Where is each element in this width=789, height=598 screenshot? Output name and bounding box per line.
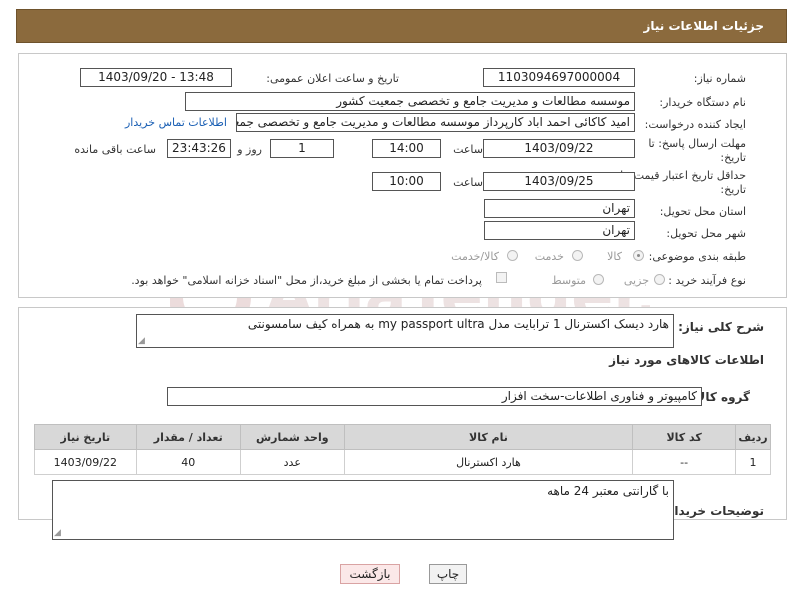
creator-label: ایجاد کننده درخواست: [644,118,746,131]
back-button[interactable]: بازگشت [340,564,400,584]
cell-unit: عدد [239,449,345,475]
goods-table: تاریخ نیاز تعداد / مقدار واحد شمارش نام … [34,424,771,475]
deadline-label: مهلت ارسال پاسخ: تا [648,137,746,150]
page-header: جزئیات اطلاعات نیاز [16,9,787,43]
city-field: تهران [484,221,635,240]
days-label: روز و [237,143,262,156]
deadline-time-field: 14:00 [372,139,441,158]
resize-grip-icon: ◢ [138,336,145,346]
need-number-label: شماره نیاز: [693,72,746,85]
process-minor-label: جزیی [623,274,649,287]
buyer-org-label: نام دستگاه خریدار: [659,96,746,109]
buyer-contact-link[interactable]: اطلاعات تماس خریدار [125,116,227,129]
remaining-time-label: ساعت باقی مانده [74,143,156,156]
category-goods-service-radio[interactable] [507,250,518,261]
announce-date-label: تاریخ و ساعت اعلان عمومی: [266,72,399,85]
province-field: تهران [484,199,635,218]
treasury-payment-checkbox[interactable] [496,272,507,283]
col-item-code: کد کالا [632,424,737,450]
treasury-payment-note: پرداخت تمام یا بخشی از مبلغ خرید،از محل … [131,274,482,287]
remaining-time-field: 23:43:26 [167,139,231,158]
price-validity-date-field: 1403/09/25 [483,172,635,191]
need-number-field: 1103094697000004 [483,68,635,87]
col-unit: واحد شمارش [239,424,345,450]
category-label: طبقه بندی موضوعی: [648,250,746,263]
goods-table-header: تاریخ نیاز تعداد / مقدار واحد شمارش نام … [34,424,771,450]
goods-group-field: کامپیوتر و فناوری اطلاعات-سخت افزار [167,387,702,406]
buyer-org-field: موسسه مطالعات و مدیریت جامع و تخصصی جمعی… [185,92,635,111]
cell-quantity: 40 [135,449,241,475]
deadline-time-label: ساعت [453,143,483,156]
city-label: شهر محل تحویل: [666,227,746,240]
deadline-date-field: 1403/09/22 [483,139,635,158]
process-minor-radio[interactable] [654,274,665,285]
col-quantity: تعداد / مقدار [135,424,241,450]
category-goods-service-label: کالا/خدمت [451,250,499,263]
price-validity-date-label: تاریخ: [720,183,746,196]
resize-grip-icon: ◢ [54,528,61,538]
buyer-notes-field: با گارانتی معتبر 24 ماهه [52,480,674,540]
cell-item-name: هارد اکسترنال [343,449,634,475]
price-validity-time-field: 10:00 [372,172,441,191]
col-row-number: ردیف [735,424,771,450]
table-row: 1403/09/22 40 عدد هارد اکسترنال -- 1 [34,449,771,475]
remaining-days-field: 1 [270,139,334,158]
process-medium-radio[interactable] [593,274,604,285]
price-validity-time-label: ساعت [453,176,483,189]
process-type-label: نوع فرآیند خرید : [668,274,746,287]
process-medium-label: متوسط [551,274,586,287]
cell-item-code: -- [632,449,737,475]
announce-date-field: 1403/09/20 - 13:48 [80,68,232,87]
cell-need-date: 1403/09/22 [34,449,137,475]
buyer-notes-label: توضیحات خریدار: [662,504,764,518]
goods-section-title: اطلاعات کالاهای مورد نیاز [609,353,764,367]
category-goods-label: کالا [607,250,622,263]
cell-row-number: 1 [735,449,771,475]
price-validity-label: حداقل تاریخ اعتبار قیمت: تا [620,169,746,182]
province-label: استان محل تحویل: [659,205,746,218]
print-button[interactable]: چاپ [429,564,467,584]
col-item-name: نام کالا [343,424,634,450]
category-goods-radio[interactable] [633,250,644,261]
creator-field: امید کاکائی احمد اباد کارپرداز موسسه مطا… [236,113,635,132]
col-need-date: تاریخ نیاز [34,424,137,450]
deadline-date-label: تاریخ: [720,151,746,164]
category-service-label: خدمت [534,250,564,263]
category-service-radio[interactable] [572,250,583,261]
description-field: هارد دیسک اکسترنال 1 ترابایت مدل my pass… [136,314,674,348]
description-label: شرح کلی نیاز: [678,320,764,334]
page-title: جزئیات اطلاعات نیاز [643,19,764,33]
